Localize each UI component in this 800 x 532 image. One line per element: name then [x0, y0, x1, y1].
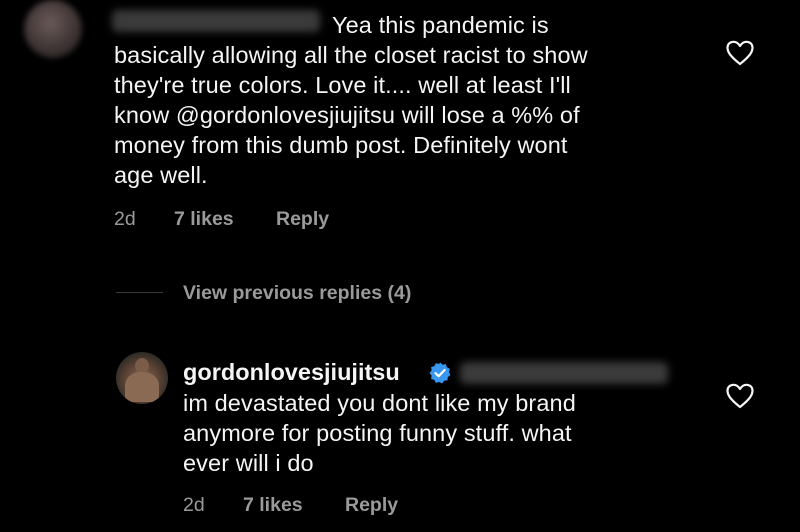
comment-line: anymore for posting funny stuff. what: [183, 420, 572, 446]
comment-line: money from this dumb post. Definitely wo…: [114, 132, 568, 158]
reply-button[interactable]: Reply: [276, 208, 329, 231]
comment-username[interactable]: gordonlovesjiujitsu: [183, 359, 400, 386]
commenter-avatar[interactable]: [116, 352, 168, 404]
likes-count[interactable]: 7 likes: [174, 208, 234, 231]
heart-outline-icon[interactable]: [726, 383, 754, 409]
comment-time: 2d: [114, 208, 136, 230]
comment-meta: 2d 7 likes Reply: [183, 494, 483, 518]
comment-line: age well.: [114, 162, 208, 188]
comment-line: ever will i do: [183, 450, 314, 476]
thread-line: [116, 292, 163, 293]
commenter-avatar[interactable]: [24, 0, 82, 58]
verified-badge-icon: [429, 362, 451, 384]
comment-line: Yea this pandemic is: [332, 12, 549, 38]
comment-line: know @gordonlovesjiujitsu will lose a %%…: [114, 102, 580, 128]
view-previous-replies-button[interactable]: View previous replies (4): [183, 282, 411, 305]
comment-line: they're true colors. Love it.... well at…: [114, 72, 571, 98]
comment-time: 2d: [183, 494, 205, 516]
likes-count[interactable]: 7 likes: [243, 494, 303, 517]
comment-line: basically allowing all the closet racist…: [114, 42, 588, 68]
comment-meta: 2d 7 likes Reply: [114, 208, 414, 232]
comment-line: im devastated you dont like my brand: [183, 390, 576, 416]
comment-body: im devastated you dont like my brand any…: [183, 388, 576, 478]
heart-outline-icon[interactable]: [726, 40, 754, 66]
reply-button[interactable]: Reply: [345, 494, 398, 517]
comment-body: Yea this pandemic is basically allowing …: [114, 10, 588, 190]
blurred-mention: [460, 362, 668, 384]
